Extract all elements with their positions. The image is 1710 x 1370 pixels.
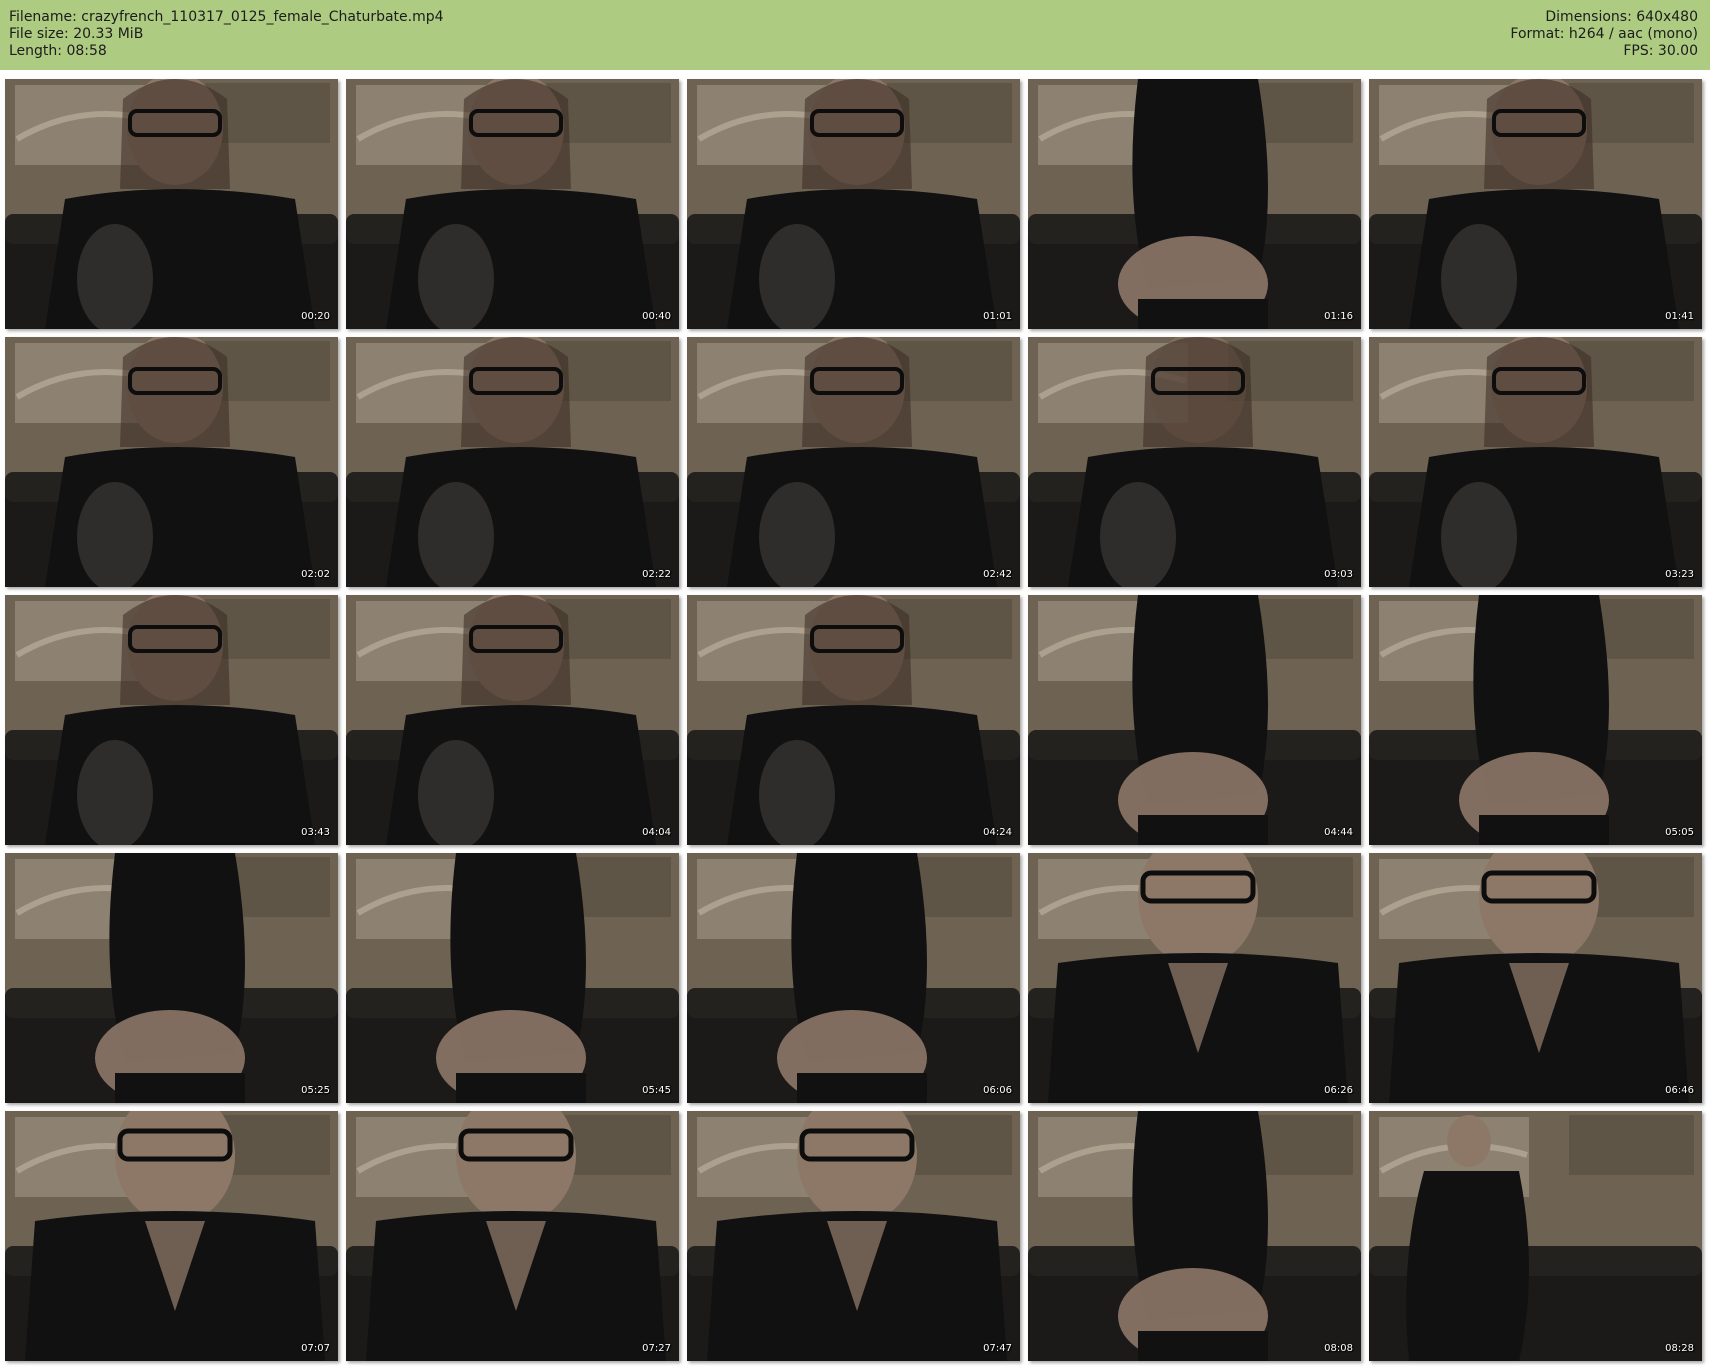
video-thumbnail[interactable]: 02:02 (5, 337, 338, 587)
timestamp-label: 04:24 (983, 827, 1012, 838)
timestamp-label: 02:02 (301, 569, 330, 580)
frame-image (1369, 853, 1702, 1103)
video-thumbnail[interactable]: 06:46 (1369, 853, 1702, 1103)
frame-image (687, 1111, 1020, 1361)
video-thumbnail[interactable]: 03:43 (5, 595, 338, 845)
video-thumbnail[interactable]: 07:47 (687, 1111, 1020, 1361)
video-thumbnail[interactable]: 04:24 (687, 595, 1020, 845)
frame-image (346, 337, 679, 587)
frame-image (1369, 595, 1702, 845)
video-thumbnail[interactable]: 04:04 (346, 595, 679, 845)
dimensions-text: Dimensions: 640x480 (1545, 9, 1698, 25)
frame-image (346, 595, 679, 845)
video-thumbnail[interactable]: 00:20 (5, 79, 338, 329)
video-thumbnail[interactable]: 07:27 (346, 1111, 679, 1361)
timestamp-label: 00:40 (642, 311, 671, 322)
video-thumbnail[interactable]: 08:08 (1028, 1111, 1361, 1361)
frame-image (687, 337, 1020, 587)
timestamp-label: 07:27 (642, 1343, 671, 1354)
video-thumbnail[interactable]: 02:22 (346, 337, 679, 587)
timestamp-label: 01:16 (1324, 311, 1353, 322)
frame-image (1028, 853, 1361, 1103)
video-thumbnail[interactable]: 01:01 (687, 79, 1020, 329)
info-header: Filename: crazyfrench_110317_0125_female… (0, 0, 1710, 70)
video-thumbnail[interactable]: 01:16 (1028, 79, 1361, 329)
filename-text: Filename: crazyfrench_110317_0125_female… (9, 9, 444, 25)
frame-image (1369, 1111, 1702, 1361)
video-thumbnail[interactable]: 03:23 (1369, 337, 1702, 587)
frame-image (1028, 595, 1361, 845)
video-thumbnail[interactable]: 05:25 (5, 853, 338, 1103)
timestamp-label: 05:05 (1665, 827, 1694, 838)
frame-image (1028, 337, 1361, 587)
timestamp-label: 05:45 (642, 1085, 671, 1096)
frame-image (5, 337, 338, 587)
timestamp-label: 03:43 (301, 827, 330, 838)
frame-image (346, 79, 679, 329)
frame-image (5, 853, 338, 1103)
format-text: Format: h264 / aac (mono) (1510, 26, 1698, 42)
timestamp-label: 02:22 (642, 569, 671, 580)
frame-image (687, 595, 1020, 845)
frame-image (346, 1111, 679, 1361)
timestamp-label: 03:23 (1665, 569, 1694, 580)
thumbnail-grid: 00:20 00:40 01:01 01:16 01:41 02:02 02:22 02:42… (5, 79, 1702, 1361)
timestamp-label: 02:42 (983, 569, 1012, 580)
video-thumbnail[interactable]: 05:05 (1369, 595, 1702, 845)
video-thumbnail[interactable]: 04:44 (1028, 595, 1361, 845)
timestamp-label: 06:26 (1324, 1085, 1353, 1096)
length-text: Length: 08:58 (9, 43, 107, 59)
stream-info: Dimensions: 640x480 Format: h264 / aac (… (1510, 9, 1698, 60)
timestamp-label: 04:04 (642, 827, 671, 838)
timestamp-label: 08:08 (1324, 1343, 1353, 1354)
video-thumbnail[interactable]: 07:07 (5, 1111, 338, 1361)
video-thumbnail[interactable]: 02:42 (687, 337, 1020, 587)
timestamp-label: 01:41 (1665, 311, 1694, 322)
video-thumbnail[interactable]: 00:40 (346, 79, 679, 329)
file-info: Filename: crazyfrench_110317_0125_female… (9, 9, 444, 60)
video-thumbnail[interactable]: 01:41 (1369, 79, 1702, 329)
timestamp-label: 07:07 (301, 1343, 330, 1354)
timestamp-label: 07:47 (983, 1343, 1012, 1354)
video-thumbnail[interactable]: 03:03 (1028, 337, 1361, 587)
frame-image (1028, 79, 1361, 329)
video-thumbnail[interactable]: 06:26 (1028, 853, 1361, 1103)
video-thumbnail[interactable]: 08:28 (1369, 1111, 1702, 1361)
timestamp-label: 08:28 (1665, 1343, 1694, 1354)
fps-text: FPS: 30.00 (1623, 43, 1698, 59)
timestamp-label: 06:46 (1665, 1085, 1694, 1096)
frame-image (346, 853, 679, 1103)
frame-image (1028, 1111, 1361, 1361)
frame-image (5, 1111, 338, 1361)
frame-image (5, 79, 338, 329)
frame-image (687, 853, 1020, 1103)
timestamp-label: 00:20 (301, 311, 330, 322)
file-size-text: File size: 20.33 MiB (9, 26, 144, 42)
timestamp-label: 01:01 (983, 311, 1012, 322)
frame-image (5, 595, 338, 845)
frame-image (687, 79, 1020, 329)
video-thumbnail[interactable]: 06:06 (687, 853, 1020, 1103)
timestamp-label: 03:03 (1324, 569, 1353, 580)
frame-image (1369, 337, 1702, 587)
frame-image (1369, 79, 1702, 329)
video-thumbnail[interactable]: 05:45 (346, 853, 679, 1103)
timestamp-label: 04:44 (1324, 827, 1353, 838)
timestamp-label: 06:06 (983, 1085, 1012, 1096)
timestamp-label: 05:25 (301, 1085, 330, 1096)
